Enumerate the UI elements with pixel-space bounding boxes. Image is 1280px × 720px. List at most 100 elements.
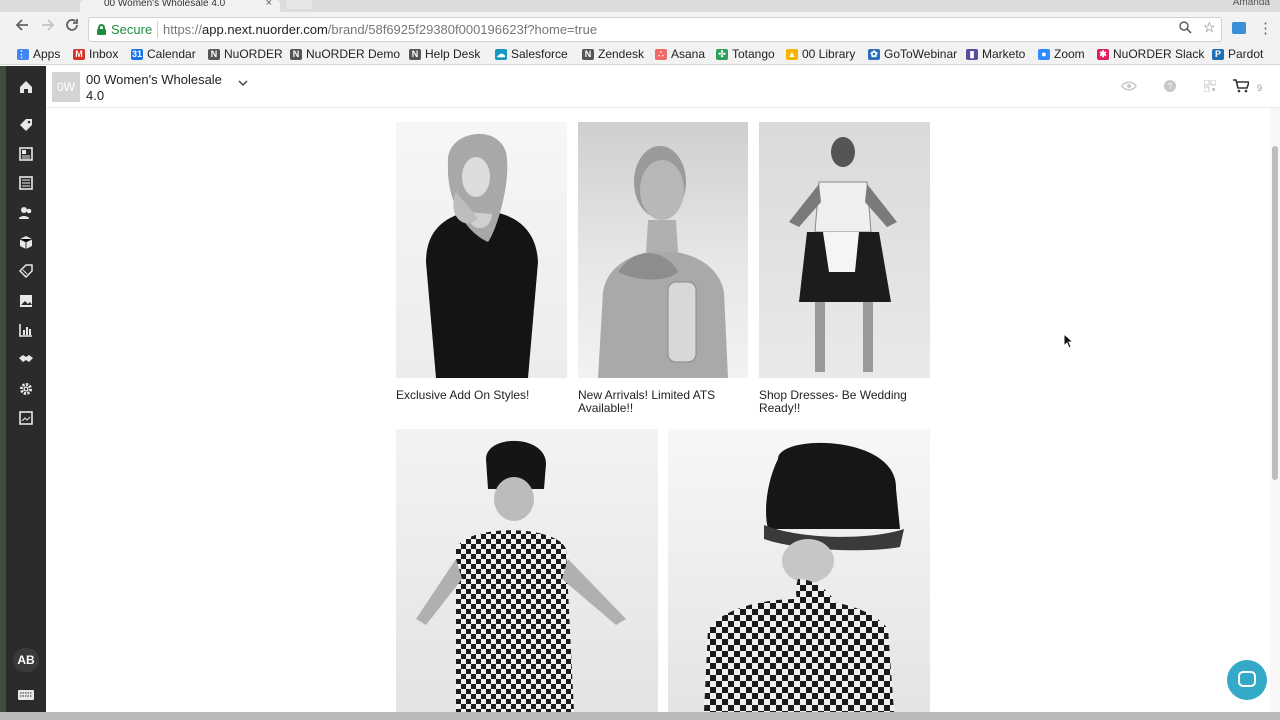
zoom-icon: ● (1038, 48, 1050, 60)
chat-bubble-icon (1238, 671, 1256, 687)
collection-image[interactable] (578, 122, 748, 378)
chevron-down-icon[interactable] (238, 78, 248, 90)
profile-button[interactable]: Amanda (1233, 0, 1270, 8)
tab-title: 00 Women's Wholesale 4.0 (104, 0, 226, 9)
browser-menu-icon[interactable]: ⋮ (1258, 19, 1273, 37)
calendar-icon: 31 (131, 48, 143, 60)
bookmark-label: Inbox (89, 47, 119, 61)
bookmark-help-desk[interactable]: N Help Desk (409, 47, 480, 61)
collection-image[interactable] (396, 122, 567, 378)
apps-grid-icon: ⋮⋮ (17, 48, 35, 60)
bookmarks-bar: ⋮⋮ Apps M Inbox 31 Calendar N NuORDER N NuORDER D… (0, 45, 1280, 65)
bookmark-nuorder-slack[interactable]: ✱ NuORDER Slack (1097, 47, 1204, 61)
image-editor-icon[interactable] (18, 411, 34, 425)
settings-gear-icon[interactable] (18, 382, 34, 396)
bookmark-00-library[interactable]: ▲ 00 Library (786, 47, 855, 61)
bookmark-label: Zoom (1054, 47, 1085, 61)
bookmark-nuorder-demo[interactable]: N NuORDER Demo (290, 47, 400, 61)
os-dock (0, 712, 1280, 720)
new-tab-button[interactable] (286, 0, 312, 9)
reports-icon[interactable] (18, 323, 34, 337)
gmail-icon: M (73, 48, 85, 60)
bookmark-zoom[interactable]: ● Zoom (1038, 47, 1085, 61)
bookmark-totango[interactable]: ✣ Totango (716, 47, 775, 61)
collection-image[interactable] (759, 122, 930, 378)
tab-close-icon[interactable]: × (266, 0, 272, 9)
page-scrollbar-thumb[interactable] (1272, 146, 1278, 480)
bookmark-label: Calendar (147, 47, 196, 61)
bookmark-apps[interactable]: ⋮⋮ Apps (17, 47, 60, 61)
secure-label: Secure (111, 22, 153, 37)
cart-icon[interactable] (1233, 79, 1251, 96)
tag-icon[interactable] (18, 118, 34, 132)
user-avatar[interactable]: AB (13, 648, 39, 672)
url-text: https://app.next.nuorder.com/brand/58f69… (163, 22, 598, 37)
pardot-icon: P (1212, 48, 1224, 60)
handshake-icon[interactable] (18, 352, 34, 366)
zendesk-icon: N (582, 48, 594, 60)
bookmark-label: Asana (671, 47, 706, 61)
bookmark-star-icon[interactable]: ☆ (1203, 19, 1216, 36)
reload-icon[interactable] (64, 17, 80, 37)
lock-icon (97, 24, 106, 35)
home-content: Exclusive Add On Styles! New Arrivals! L… (46, 108, 1270, 712)
chat-support-button[interactable] (1227, 660, 1267, 700)
collection-card[interactable] (396, 429, 658, 712)
collection-card[interactable]: Shop Dresses- Be Wedding Ready!! (759, 122, 930, 418)
address-bar[interactable]: Secure https://app.next.nuorder.com/bran… (88, 17, 1222, 42)
collection-card[interactable]: New Arrivals! Limited ATS Available!! (578, 122, 748, 418)
bookmark-label: GoToWebinar (884, 47, 958, 61)
media-icon[interactable] (18, 294, 34, 308)
customers-icon[interactable] (18, 206, 34, 220)
collection-caption[interactable]: New Arrivals! Limited ATS Available!! (578, 389, 748, 415)
bookmark-nuorder[interactable]: N NuORDER (208, 47, 283, 61)
collection-caption[interactable]: Exclusive Add On Styles! (396, 389, 567, 402)
collection-card[interactable] (668, 429, 930, 712)
bookmark-salesforce[interactable]: ☁ Salesforce (495, 47, 568, 61)
collection-image[interactable] (668, 429, 930, 712)
qr-code-icon[interactable] (1203, 79, 1217, 95)
home-icon[interactable] (18, 80, 34, 94)
browser-tab[interactable]: 00 Women's Wholesale 4.0 × (80, 0, 280, 12)
bookmark-label: Apps (33, 47, 61, 61)
bookmark-inbox[interactable]: M Inbox (73, 47, 118, 61)
brand-logo[interactable]: 0W (52, 72, 80, 102)
promotions-icon[interactable] (18, 264, 34, 279)
forward-arrow-icon[interactable] (40, 17, 56, 37)
bookmark-label: Totango (732, 47, 775, 61)
marketo-icon: ▮ (966, 48, 978, 60)
help-icon[interactable]: ? (1164, 80, 1176, 95)
catalog-icon[interactable] (18, 147, 34, 161)
keyboard-icon[interactable] (18, 688, 34, 702)
collection-image[interactable] (396, 429, 658, 712)
asana-icon: ∴ (655, 48, 667, 60)
bookmark-label: Marketo (982, 47, 1026, 61)
back-arrow-icon[interactable] (14, 17, 30, 37)
linesheet-icon[interactable] (18, 176, 34, 190)
nuorder-demo-icon: N (290, 48, 302, 60)
browser-tabstrip: 00 Women's Wholesale 4.0 × Amanda (0, 0, 1280, 12)
bookmark-gotowebinar[interactable]: ✿ GoToWebinar (868, 47, 957, 61)
collection-caption[interactable]: Shop Dresses- Be Wedding Ready!! (759, 389, 930, 415)
bookmark-label: 00 Library (802, 47, 856, 61)
slack-icon: ✱ (1097, 48, 1109, 60)
url-separator (157, 21, 158, 38)
zoom-search-icon[interactable] (1179, 21, 1192, 37)
orders-box-icon[interactable] (18, 235, 34, 249)
bookmark-asana[interactable]: ∴ Asana (655, 47, 705, 61)
bookmark-marketo[interactable]: ▮ Marketo (966, 47, 1025, 61)
bookmark-label: NuORDER Demo (306, 47, 401, 61)
salesforce-icon: ☁ (495, 48, 507, 60)
svg-text:?: ? (1168, 82, 1173, 91)
helpdesk-icon: N (409, 48, 421, 60)
gotowebinar-icon: ✿ (868, 48, 880, 60)
extension-mail-icon[interactable] (1232, 22, 1246, 34)
eye-icon[interactable] (1121, 80, 1137, 95)
brand-name[interactable]: 00 Women's Wholesale 4.0 (86, 72, 236, 104)
collection-card[interactable]: Exclusive Add On Styles! (396, 122, 567, 418)
bookmark-pardot[interactable]: P Pardot (1212, 47, 1263, 61)
bookmark-zendesk[interactable]: N Zendesk (582, 47, 644, 61)
bookmark-calendar[interactable]: 31 Calendar (131, 47, 196, 61)
cart-count: 9 (1257, 83, 1263, 93)
bookmark-label: Zendesk (598, 47, 645, 61)
